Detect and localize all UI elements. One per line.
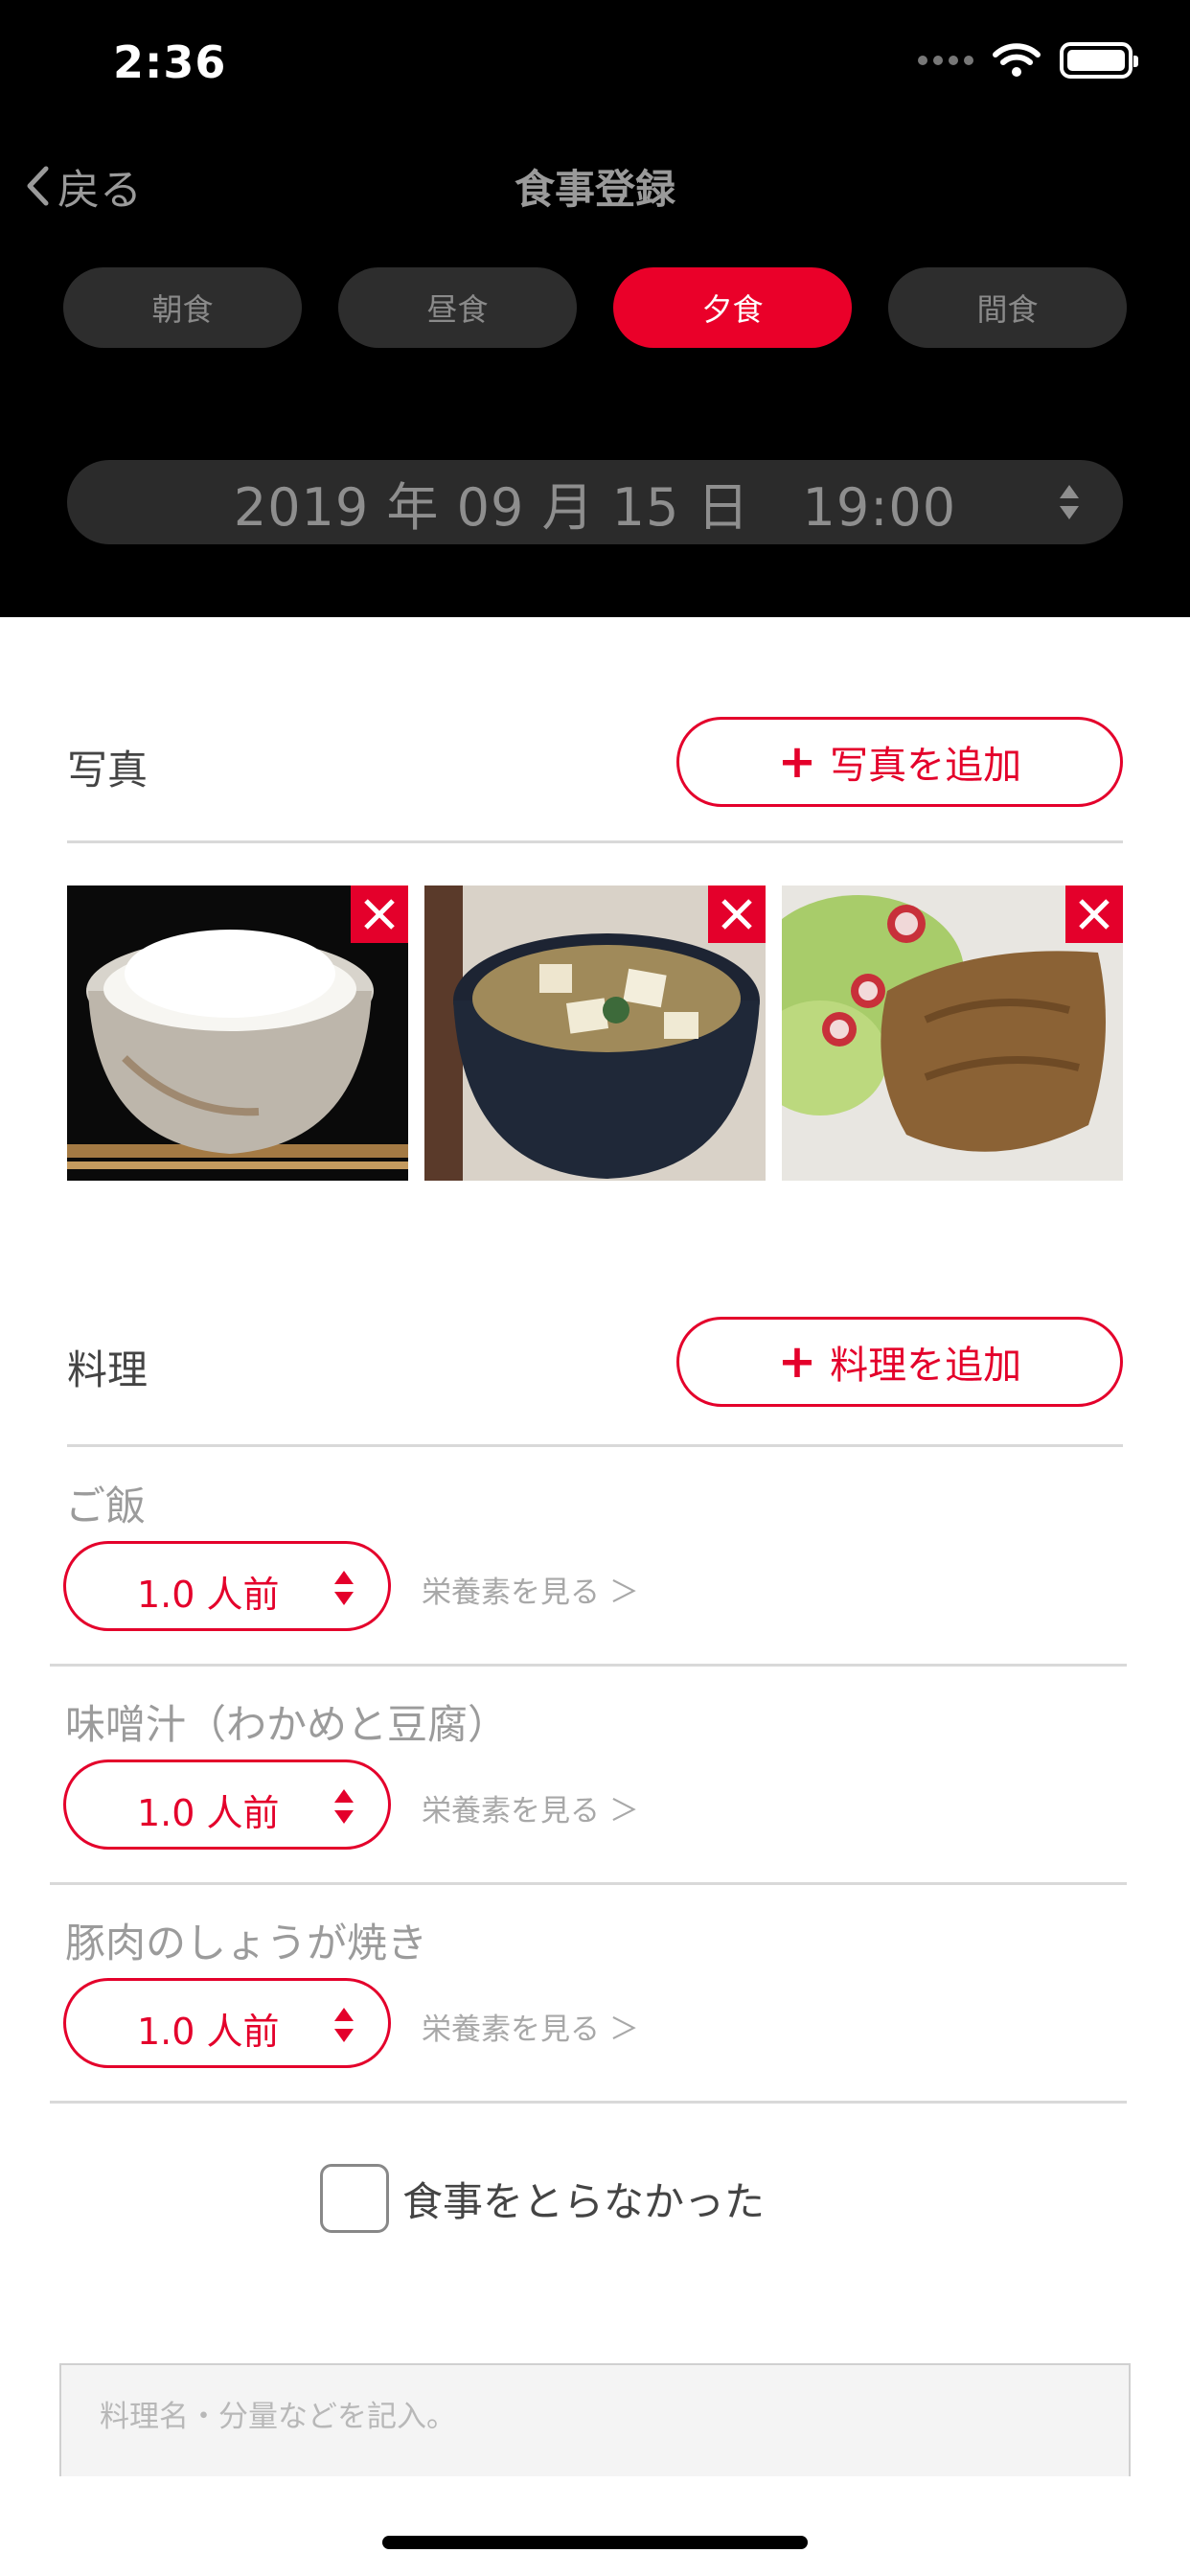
- view-nutrition-link[interactable]: 栄養素を見る ＞: [422, 2005, 639, 2048]
- skip-meal-checkbox[interactable]: [320, 2164, 389, 2233]
- delete-photo-button[interactable]: [351, 886, 408, 943]
- add-photo-button[interactable]: + 写真を追加: [676, 717, 1123, 807]
- page-title: 食事登録: [514, 166, 675, 213]
- home-indicator: [382, 2536, 808, 2549]
- add-photo-label: 写真を追加: [830, 744, 1022, 788]
- dish-name: 味噌汁（わかめと豆腐）: [65, 1701, 509, 1748]
- quantity-stepper[interactable]: 1.0 人前: [63, 1541, 391, 1631]
- divider: [50, 1882, 1127, 1885]
- delete-photo-button[interactable]: [1065, 886, 1123, 943]
- plus-icon: +: [777, 735, 817, 789]
- signal-icon: [918, 56, 973, 65]
- skip-meal-label: 食事をとらなかった: [402, 2177, 766, 2225]
- tab-lunch[interactable]: 昼食: [338, 267, 577, 348]
- wifi-icon: [993, 43, 1041, 77]
- dish-name: ご飯: [65, 1483, 147, 1530]
- header-area: 2:36 戻る 食事登録 朝食 昼食 夕食 間食 2019 年 09 月 15 …: [0, 0, 1190, 617]
- quantity-value: 1.0 人前: [137, 1792, 280, 1834]
- photo-thumbnail-pork[interactable]: [782, 886, 1123, 1181]
- stepper-arrows-icon: [334, 1789, 354, 1824]
- plus-icon: +: [777, 1335, 817, 1389]
- stepper-arrows-icon: [1060, 485, 1079, 519]
- stepper-arrows-icon: [334, 2008, 354, 2042]
- photo-thumbnail-rice[interactable]: [67, 886, 408, 1181]
- tab-dinner[interactable]: 夕食: [613, 267, 852, 348]
- bottom-safe-area: [0, 2476, 1190, 2576]
- close-icon: [721, 899, 752, 930]
- quantity-value: 1.0 人前: [137, 1574, 280, 1616]
- skip-meal-option[interactable]: 食事をとらなかった: [320, 2164, 765, 2233]
- divider: [50, 2101, 1127, 2104]
- close-icon: [364, 899, 395, 930]
- status-icons: [918, 42, 1138, 79]
- meal-tabs: 朝食 昼食 夕食 間食: [63, 267, 1127, 348]
- status-time: 2:36: [113, 36, 227, 88]
- stepper-arrows-icon: [334, 1571, 354, 1605]
- datetime-value: 2019 年 09 月 15 日 19:00: [233, 476, 957, 538]
- dishes-section-label: 料理: [67, 1346, 149, 1393]
- quantity-value: 1.0 人前: [137, 2011, 280, 2053]
- add-dish-button[interactable]: + 料理を追加: [676, 1317, 1123, 1407]
- divider: [67, 840, 1123, 843]
- quantity-stepper[interactable]: 1.0 人前: [63, 1760, 391, 1850]
- close-icon: [1079, 899, 1110, 930]
- datetime-picker[interactable]: 2019 年 09 月 15 日 19:00: [67, 460, 1123, 544]
- view-nutrition-link[interactable]: 栄養素を見る ＞: [422, 1568, 639, 1611]
- tab-breakfast[interactable]: 朝食: [63, 267, 302, 348]
- delete-photo-button[interactable]: [708, 886, 766, 943]
- view-nutrition-link[interactable]: 栄養素を見る ＞: [422, 1786, 639, 1829]
- add-dish-label: 料理を追加: [830, 1344, 1022, 1388]
- photos-section-label: 写真: [67, 747, 149, 794]
- tab-snack[interactable]: 間食: [888, 267, 1127, 348]
- battery-icon: [1060, 42, 1138, 79]
- photo-thumbnail-miso[interactable]: [424, 886, 766, 1181]
- dish-name: 豚肉のしょうが焼き: [65, 1920, 428, 1966]
- quantity-stepper[interactable]: 1.0 人前: [63, 1978, 391, 2068]
- divider: [67, 1444, 1123, 1447]
- divider: [50, 1664, 1127, 1667]
